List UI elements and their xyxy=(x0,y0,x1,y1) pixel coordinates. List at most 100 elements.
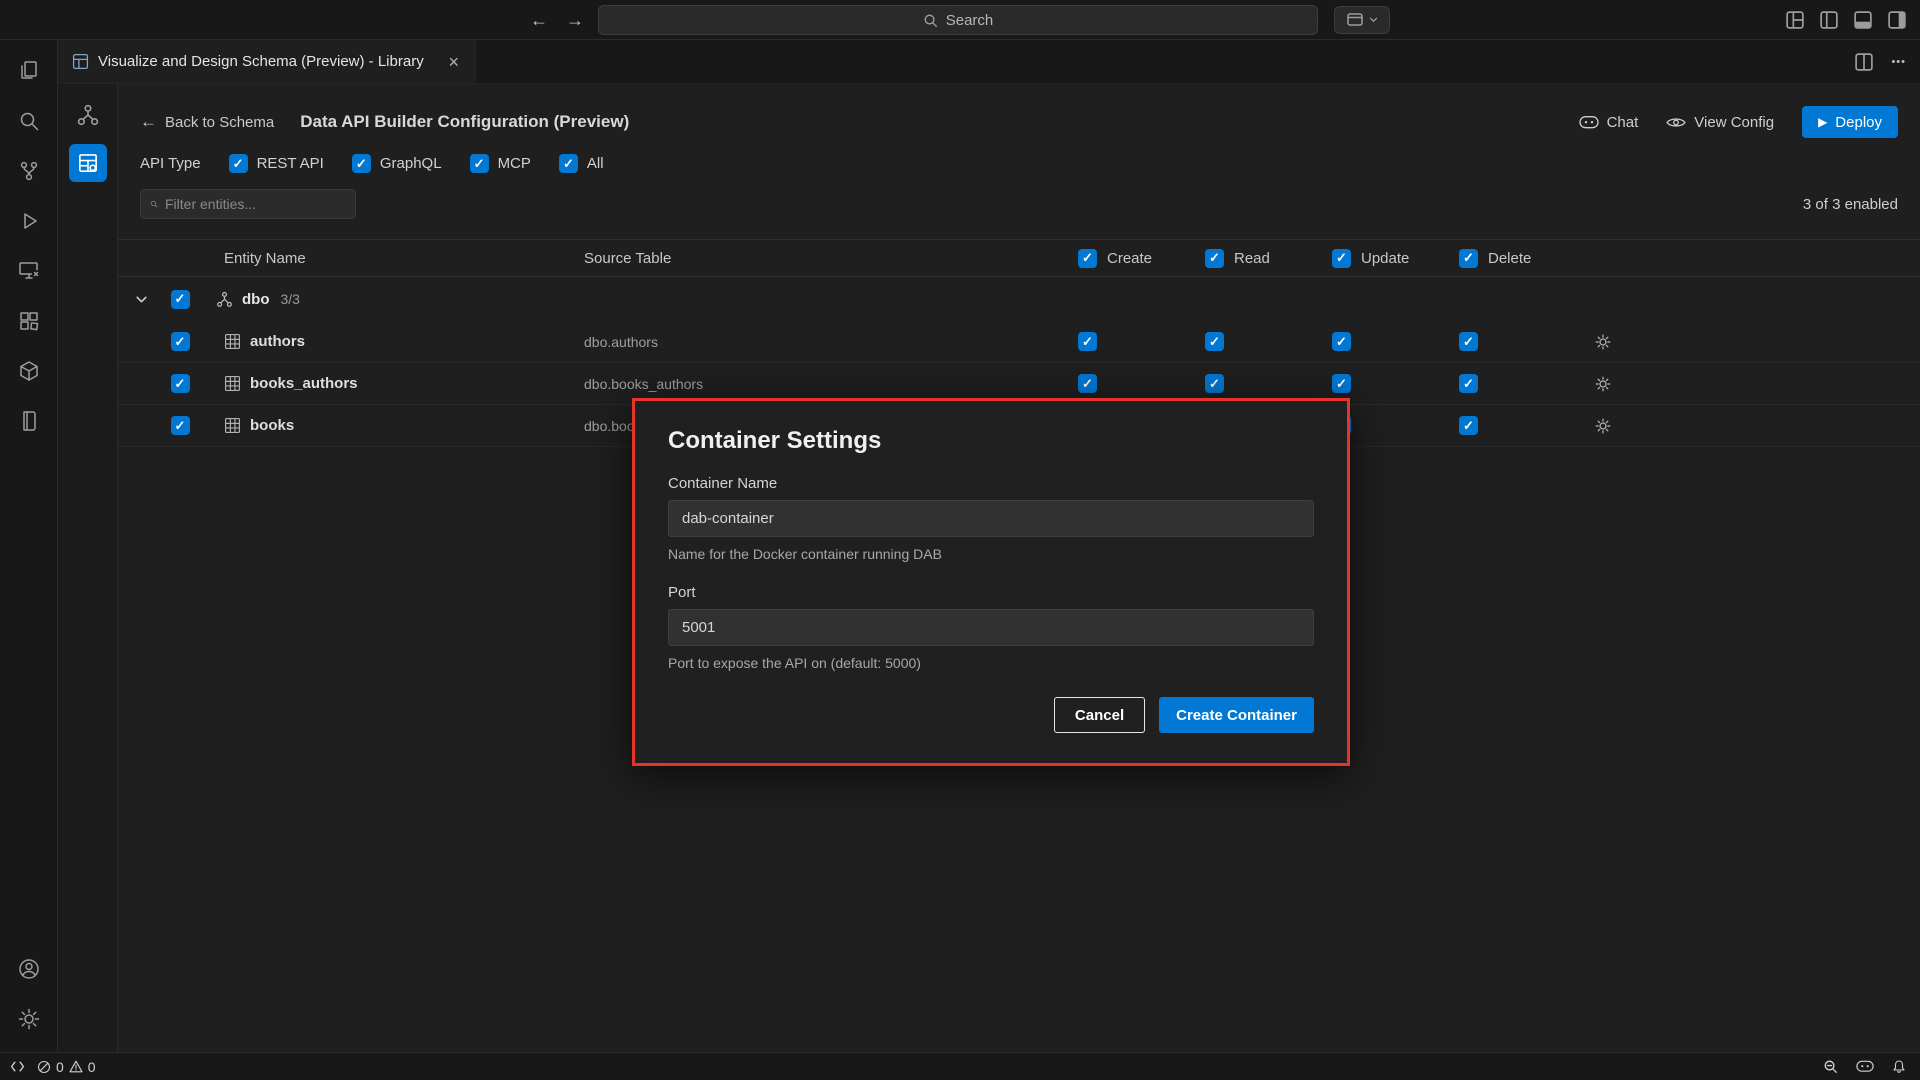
delete-checkbox[interactable] xyxy=(1459,374,1478,393)
create-checkbox[interactable] xyxy=(1078,374,1097,393)
notifications-bell-icon[interactable] xyxy=(1892,1059,1906,1074)
graphql-checkbox[interactable] xyxy=(352,154,371,173)
nav-forward-icon[interactable]: → xyxy=(566,10,584,31)
book-icon xyxy=(17,409,41,433)
row-checkbox[interactable] xyxy=(171,332,190,351)
update-checkbox[interactable] xyxy=(1332,332,1351,351)
table-grid-icon xyxy=(224,333,241,350)
problems-indicator[interactable]: 0 0 xyxy=(37,1059,96,1075)
sidebar-item-settings[interactable] xyxy=(0,994,58,1044)
source-table-header: Source Table xyxy=(578,250,1078,267)
title-bar: ← → Search xyxy=(0,0,1920,40)
entity-name-header: Entity Name xyxy=(202,250,578,267)
entity-name: books xyxy=(250,417,294,434)
container-name-help: Name for the Docker container running DA… xyxy=(668,546,1314,562)
tab-bar: Visualize and Design Schema (Preview) - … xyxy=(58,40,1920,84)
extensions-icon xyxy=(17,309,41,333)
tab-label: Visualize and Design Schema (Preview) - … xyxy=(98,53,435,70)
chat-button[interactable]: Chat xyxy=(1579,114,1639,131)
update-all-checkbox[interactable] xyxy=(1332,249,1351,268)
sidebar-item-schema-book[interactable] xyxy=(0,396,58,446)
row-settings-gear-icon[interactable] xyxy=(1594,375,1612,393)
row-settings-gear-icon[interactable] xyxy=(1594,333,1612,351)
window-icon xyxy=(1347,13,1363,27)
delete-checkbox[interactable] xyxy=(1459,416,1478,435)
delete-all-checkbox[interactable] xyxy=(1459,249,1478,268)
toggle-secondary-sidebar-icon[interactable] xyxy=(1888,11,1906,29)
back-arrow-icon: ← xyxy=(140,112,157,132)
split-editor-icon[interactable] xyxy=(1855,53,1873,71)
cube-icon xyxy=(17,359,41,383)
sidebar-item-database-projects[interactable] xyxy=(0,346,58,396)
settings-gear-icon xyxy=(17,1007,41,1031)
chevron-down-icon[interactable] xyxy=(135,295,148,304)
designer-sidebar xyxy=(58,84,118,1052)
remote-indicator-icon[interactable] xyxy=(10,1061,25,1072)
sidebar-item-remote-explorer[interactable] xyxy=(0,246,58,296)
tab-close-icon[interactable]: × xyxy=(444,51,463,73)
mcp-checkbox[interactable] xyxy=(470,154,489,173)
port-input[interactable] xyxy=(668,609,1314,646)
toggle-primary-sidebar-icon[interactable] xyxy=(1820,11,1838,29)
table-row[interactable]: authors dbo.authors xyxy=(118,321,1920,363)
more-actions-icon[interactable]: ••• xyxy=(1891,56,1906,68)
filter-entities-box xyxy=(140,189,356,219)
sidebar-item-run-debug[interactable] xyxy=(0,196,58,246)
source-table: dbo.books_authors xyxy=(578,376,1078,392)
api-type-option-all[interactable]: All xyxy=(559,154,604,173)
page-title: Data API Builder Configuration (Preview) xyxy=(300,112,629,132)
search-icon xyxy=(150,197,158,211)
dab-config-view-button[interactable] xyxy=(69,144,107,182)
layout-control[interactable] xyxy=(1334,6,1390,34)
api-type-option-rest[interactable]: REST API xyxy=(229,154,324,173)
read-all-checkbox[interactable] xyxy=(1205,249,1224,268)
sidebar-item-extensions[interactable] xyxy=(0,296,58,346)
container-name-input[interactable] xyxy=(668,500,1314,537)
create-checkbox[interactable] xyxy=(1078,332,1097,351)
api-type-option-mcp[interactable]: MCP xyxy=(470,154,531,173)
zoom-icon[interactable] xyxy=(1823,1059,1838,1074)
nav-back-icon[interactable]: ← xyxy=(530,10,548,31)
customize-layout-icon[interactable] xyxy=(1786,11,1804,29)
schema-group-checkbox[interactable] xyxy=(171,290,190,309)
warning-icon xyxy=(69,1060,83,1073)
copilot-status-icon[interactable] xyxy=(1856,1060,1874,1073)
schema-diagram-view-button[interactable] xyxy=(69,96,107,134)
view-config-button[interactable]: View Config xyxy=(1666,114,1774,131)
cancel-button[interactable]: Cancel xyxy=(1054,697,1145,733)
row-settings-gear-icon[interactable] xyxy=(1594,417,1612,435)
sidebar-item-search[interactable] xyxy=(0,96,58,146)
sidebar-item-source-control[interactable] xyxy=(0,146,58,196)
back-to-schema-link[interactable]: ← Back to Schema xyxy=(140,112,274,132)
delete-header: Delete xyxy=(1488,250,1531,267)
schema-graph-icon xyxy=(77,104,99,126)
delete-checkbox[interactable] xyxy=(1459,332,1478,351)
create-all-checkbox[interactable] xyxy=(1078,249,1097,268)
status-bar: 0 0 xyxy=(0,1052,1920,1080)
row-checkbox[interactable] xyxy=(171,374,190,393)
filter-entities-input[interactable] xyxy=(165,196,346,212)
rest-api-checkbox[interactable] xyxy=(229,154,248,173)
update-checkbox[interactable] xyxy=(1332,374,1351,393)
eye-icon xyxy=(1666,116,1686,129)
read-checkbox[interactable] xyxy=(1205,332,1224,351)
deploy-button[interactable]: ▶ Deploy xyxy=(1802,106,1898,138)
deploy-label: Deploy xyxy=(1835,114,1882,131)
source-control-icon xyxy=(17,159,41,183)
rest-api-label: REST API xyxy=(257,155,324,172)
entity-name: authors xyxy=(250,333,305,350)
row-checkbox[interactable] xyxy=(171,416,190,435)
api-type-option-graphql[interactable]: GraphQL xyxy=(352,154,442,173)
port-label: Port xyxy=(668,584,1314,601)
tab-visualize-schema[interactable]: Visualize and Design Schema (Preview) - … xyxy=(58,40,476,83)
read-checkbox[interactable] xyxy=(1205,374,1224,393)
sidebar-item-explorer[interactable] xyxy=(0,46,58,96)
command-center-search[interactable]: Search xyxy=(598,5,1318,35)
account-icon xyxy=(17,957,41,981)
toggle-panel-icon[interactable] xyxy=(1854,11,1872,29)
schema-group-row[interactable]: dbo 3/3 xyxy=(118,277,1920,321)
all-checkbox[interactable] xyxy=(559,154,578,173)
source-table: dbo.authors xyxy=(578,334,1078,350)
sidebar-item-accounts[interactable] xyxy=(0,944,58,994)
create-container-button[interactable]: Create Container xyxy=(1159,697,1314,733)
